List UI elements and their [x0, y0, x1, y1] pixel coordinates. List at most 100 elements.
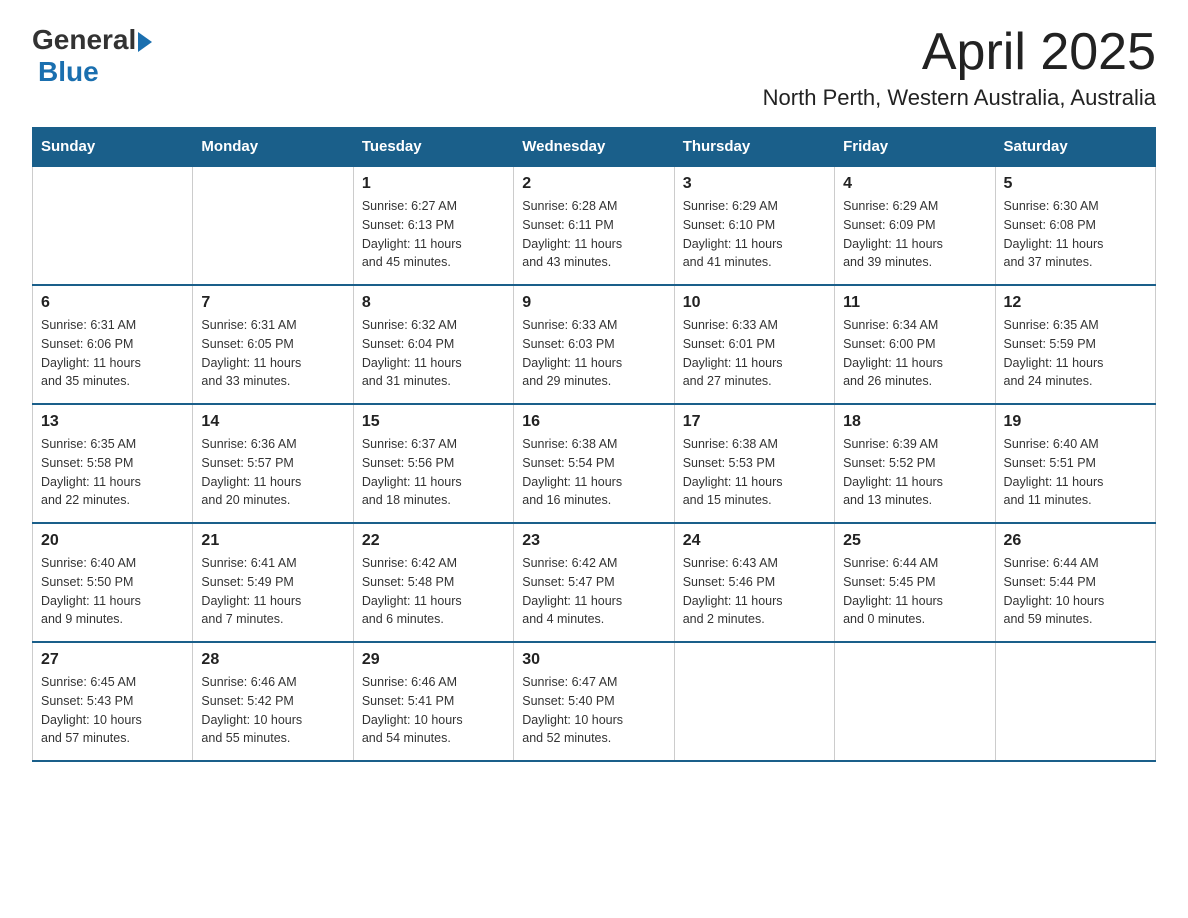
day-info: Sunrise: 6:35 AM Sunset: 5:58 PM Dayligh…: [41, 435, 184, 510]
day-number: 1: [362, 175, 505, 193]
day-number: 30: [522, 651, 665, 669]
calendar-header-row: SundayMondayTuesdayWednesdayThursdayFrid…: [33, 128, 1156, 167]
calendar-cell: 13 Sunrise: 6:35 AM Sunset: 5:58 PM Dayli…: [33, 404, 193, 523]
day-number: 23: [522, 532, 665, 550]
day-number: 7: [201, 294, 344, 312]
calendar-cell: 3 Sunrise: 6:29 AM Sunset: 6:10 PM Daylig…: [674, 166, 834, 285]
calendar-cell: 21 Sunrise: 6:41 AM Sunset: 5:49 PM Dayli…: [193, 523, 353, 642]
day-info: Sunrise: 6:31 AM Sunset: 6:05 PM Dayligh…: [201, 316, 344, 391]
day-number: 11: [843, 294, 986, 312]
day-info: Sunrise: 6:28 AM Sunset: 6:11 PM Dayligh…: [522, 197, 665, 272]
logo-text-general: General: [32, 24, 136, 56]
day-info: Sunrise: 6:31 AM Sunset: 6:06 PM Dayligh…: [41, 316, 184, 391]
calendar-cell: 6 Sunrise: 6:31 AM Sunset: 6:06 PM Daylig…: [33, 285, 193, 404]
day-info: Sunrise: 6:38 AM Sunset: 5:54 PM Dayligh…: [522, 435, 665, 510]
calendar-cell: [835, 642, 995, 761]
day-info: Sunrise: 6:44 AM Sunset: 5:44 PM Dayligh…: [1004, 554, 1147, 629]
day-info: Sunrise: 6:32 AM Sunset: 6:04 PM Dayligh…: [362, 316, 505, 391]
day-number: 28: [201, 651, 344, 669]
day-info: Sunrise: 6:47 AM Sunset: 5:40 PM Dayligh…: [522, 673, 665, 748]
day-info: Sunrise: 6:34 AM Sunset: 6:00 PM Dayligh…: [843, 316, 986, 391]
calendar-cell: 4 Sunrise: 6:29 AM Sunset: 6:09 PM Daylig…: [835, 166, 995, 285]
calendar-cell: 19 Sunrise: 6:40 AM Sunset: 5:51 PM Dayli…: [995, 404, 1155, 523]
logo: General Blue: [32, 24, 152, 88]
day-info: Sunrise: 6:40 AM Sunset: 5:50 PM Dayligh…: [41, 554, 184, 629]
header: General Blue April 2025 North Perth, Wes…: [32, 24, 1156, 111]
day-info: Sunrise: 6:42 AM Sunset: 5:47 PM Dayligh…: [522, 554, 665, 629]
day-number: 22: [362, 532, 505, 550]
day-number: 4: [843, 175, 986, 193]
calendar-cell: 7 Sunrise: 6:31 AM Sunset: 6:05 PM Daylig…: [193, 285, 353, 404]
day-number: 21: [201, 532, 344, 550]
calendar-cell: 29Sunrise: 6:46 AM Sunset: 5:41 PM Dayli…: [353, 642, 513, 761]
calendar-cell: 14Sunrise: 6:36 AM Sunset: 5:57 PM Dayli…: [193, 404, 353, 523]
calendar-cell: 11 Sunrise: 6:34 AM Sunset: 6:00 PM Dayli…: [835, 285, 995, 404]
day-info: Sunrise: 6:29 AM Sunset: 6:10 PM Dayligh…: [683, 197, 826, 272]
calendar-cell: 10 Sunrise: 6:33 AM Sunset: 6:01 PM Dayli…: [674, 285, 834, 404]
calendar-cell: 9 Sunrise: 6:33 AM Sunset: 6:03 PM Daylig…: [514, 285, 674, 404]
calendar-week-row: 27Sunrise: 6:45 AM Sunset: 5:43 PM Dayli…: [33, 642, 1156, 761]
calendar-cell: 22 Sunrise: 6:42 AM Sunset: 5:48 PM Dayli…: [353, 523, 513, 642]
day-number: 24: [683, 532, 826, 550]
calendar-cell: [33, 166, 193, 285]
calendar-cell: 18 Sunrise: 6:39 AM Sunset: 5:52 PM Dayli…: [835, 404, 995, 523]
day-info: Sunrise: 6:42 AM Sunset: 5:48 PM Dayligh…: [362, 554, 505, 629]
day-number: 10: [683, 294, 826, 312]
day-number: 2: [522, 175, 665, 193]
day-info: Sunrise: 6:27 AM Sunset: 6:13 PM Dayligh…: [362, 197, 505, 272]
day-number: 9: [522, 294, 665, 312]
day-number: 12: [1004, 294, 1147, 312]
day-number: 26: [1004, 532, 1147, 550]
day-info: Sunrise: 6:44 AM Sunset: 5:45 PM Dayligh…: [843, 554, 986, 629]
column-header-tuesday: Tuesday: [353, 128, 513, 167]
calendar-table: SundayMondayTuesdayWednesdayThursdayFrid…: [32, 127, 1156, 762]
calendar-cell: [995, 642, 1155, 761]
day-number: 29: [362, 651, 505, 669]
calendar-cell: 28 Sunrise: 6:46 AM Sunset: 5:42 PM Dayli…: [193, 642, 353, 761]
day-info: Sunrise: 6:46 AM Sunset: 5:42 PM Dayligh…: [201, 673, 344, 748]
day-info: Sunrise: 6:43 AM Sunset: 5:46 PM Dayligh…: [683, 554, 826, 629]
calendar-cell: 17Sunrise: 6:38 AM Sunset: 5:53 PM Dayli…: [674, 404, 834, 523]
calendar-week-row: 20 Sunrise: 6:40 AM Sunset: 5:50 PM Dayli…: [33, 523, 1156, 642]
day-number: 3: [683, 175, 826, 193]
calendar-cell: [193, 166, 353, 285]
calendar-cell: 12 Sunrise: 6:35 AM Sunset: 5:59 PM Dayli…: [995, 285, 1155, 404]
month-year-title: April 2025: [763, 24, 1156, 81]
calendar-week-row: 1 Sunrise: 6:27 AM Sunset: 6:13 PM Daylig…: [33, 166, 1156, 285]
day-number: 16: [522, 413, 665, 431]
calendar-cell: 2 Sunrise: 6:28 AM Sunset: 6:11 PM Daylig…: [514, 166, 674, 285]
day-number: 20: [41, 532, 184, 550]
day-number: 25: [843, 532, 986, 550]
column-header-wednesday: Wednesday: [514, 128, 674, 167]
day-info: Sunrise: 6:36 AM Sunset: 5:57 PM Dayligh…: [201, 435, 344, 510]
column-header-monday: Monday: [193, 128, 353, 167]
day-number: 13: [41, 413, 184, 431]
calendar-cell: 25 Sunrise: 6:44 AM Sunset: 5:45 PM Dayli…: [835, 523, 995, 642]
day-info: Sunrise: 6:29 AM Sunset: 6:09 PM Dayligh…: [843, 197, 986, 272]
calendar-cell: 5Sunrise: 6:30 AM Sunset: 6:08 PM Daylig…: [995, 166, 1155, 285]
day-info: Sunrise: 6:33 AM Sunset: 6:03 PM Dayligh…: [522, 316, 665, 391]
calendar-cell: 24 Sunrise: 6:43 AM Sunset: 5:46 PM Dayli…: [674, 523, 834, 642]
title-block: April 2025 North Perth, Western Australi…: [763, 24, 1156, 111]
calendar-cell: 16 Sunrise: 6:38 AM Sunset: 5:54 PM Dayli…: [514, 404, 674, 523]
day-info: Sunrise: 6:35 AM Sunset: 5:59 PM Dayligh…: [1004, 316, 1147, 391]
day-number: 8: [362, 294, 505, 312]
calendar-cell: 15Sunrise: 6:37 AM Sunset: 5:56 PM Dayli…: [353, 404, 513, 523]
day-number: 19: [1004, 413, 1147, 431]
calendar-cell: 23 Sunrise: 6:42 AM Sunset: 5:47 PM Dayli…: [514, 523, 674, 642]
logo-text-blue: Blue: [38, 56, 99, 88]
column-header-saturday: Saturday: [995, 128, 1155, 167]
day-number: 18: [843, 413, 986, 431]
day-info: Sunrise: 6:33 AM Sunset: 6:01 PM Dayligh…: [683, 316, 826, 391]
day-info: Sunrise: 6:39 AM Sunset: 5:52 PM Dayligh…: [843, 435, 986, 510]
calendar-cell: [674, 642, 834, 761]
calendar-cell: 1 Sunrise: 6:27 AM Sunset: 6:13 PM Daylig…: [353, 166, 513, 285]
day-info: Sunrise: 6:41 AM Sunset: 5:49 PM Dayligh…: [201, 554, 344, 629]
calendar-week-row: 13 Sunrise: 6:35 AM Sunset: 5:58 PM Dayli…: [33, 404, 1156, 523]
calendar-cell: 27Sunrise: 6:45 AM Sunset: 5:43 PM Dayli…: [33, 642, 193, 761]
day-info: Sunrise: 6:40 AM Sunset: 5:51 PM Dayligh…: [1004, 435, 1147, 510]
calendar-week-row: 6 Sunrise: 6:31 AM Sunset: 6:06 PM Daylig…: [33, 285, 1156, 404]
column-header-sunday: Sunday: [33, 128, 193, 167]
day-number: 27: [41, 651, 184, 669]
day-number: 6: [41, 294, 184, 312]
